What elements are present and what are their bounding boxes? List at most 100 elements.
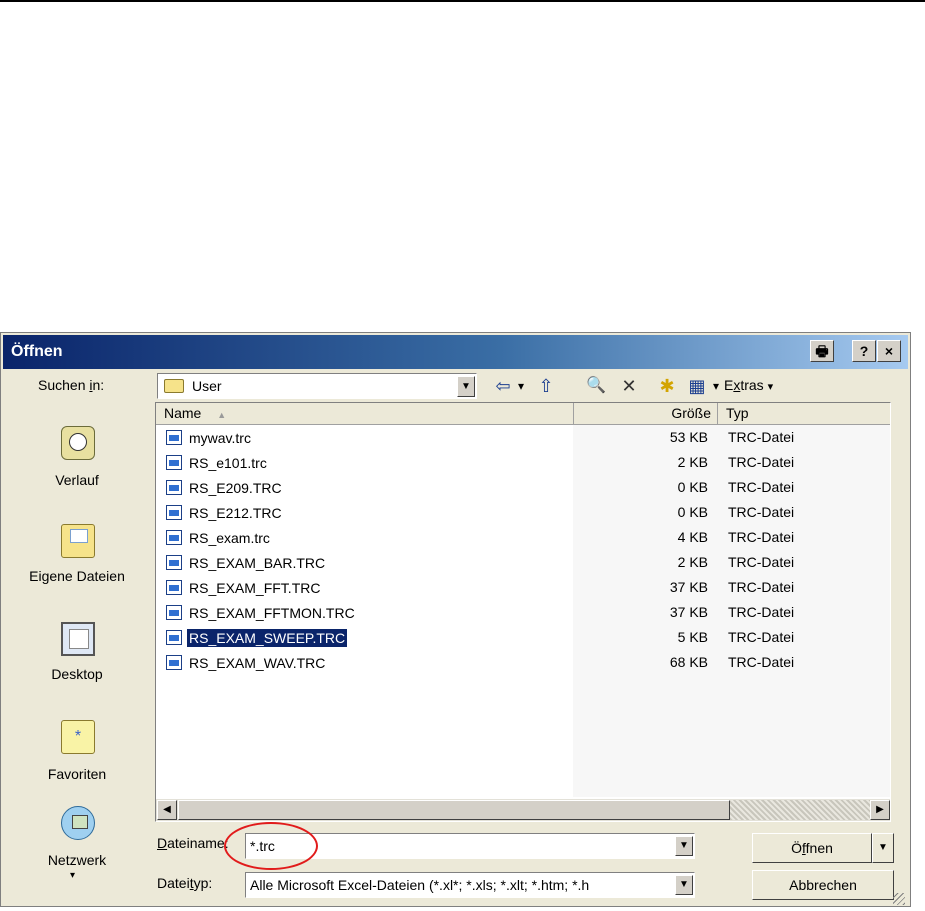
trc-file-icon xyxy=(166,630,182,645)
search-web-icon[interactable]: 🔍 xyxy=(583,374,609,398)
file-name: RS_EXAM_FFT.TRC xyxy=(189,580,321,596)
open-label-pre: Ö xyxy=(791,840,802,856)
filetype-label: Dateityp: xyxy=(157,875,212,891)
filename-label-post: ateiname: xyxy=(167,835,229,851)
favorites-icon: * xyxy=(61,720,95,754)
file-type: TRC-Datei xyxy=(728,429,795,445)
trc-file-icon xyxy=(166,430,182,445)
filetype-label-pre: Datei xyxy=(157,875,190,891)
filetype-select[interactable]: Alle Microsoft Excel-Dateien (*.xl*; *.x… xyxy=(245,872,695,898)
file-size: 2 KB xyxy=(677,454,708,470)
trc-file-icon xyxy=(166,455,182,470)
place-label: Favoriten xyxy=(47,766,107,782)
file-name: RS_E209.TRC xyxy=(189,480,282,496)
column-header-size[interactable]: Größe xyxy=(574,403,718,425)
filename-input[interactable]: *.trc xyxy=(245,833,695,859)
column-name-label: Name xyxy=(164,405,202,421)
title-bar[interactable]: Öffnen 🖶 ? × xyxy=(3,335,908,369)
file-type: TRC-Datei xyxy=(728,604,795,620)
table-row[interactable]: RS_E209.TRC 0 KB TRC-Datei xyxy=(156,475,890,500)
file-type: TRC-Datei xyxy=(728,629,795,645)
place-label: Netzwerk xyxy=(47,852,107,868)
lookin-label: Suchen in: xyxy=(38,377,104,393)
trc-file-icon xyxy=(166,555,182,570)
scrollbar-track[interactable] xyxy=(730,800,870,820)
scroll-right-icon[interactable]: ▶ xyxy=(870,800,890,820)
dialog-title: Öffnen xyxy=(11,343,63,360)
file-size: 0 KB xyxy=(677,479,708,495)
file-size: 0 KB xyxy=(677,504,708,520)
file-size: 2 KB xyxy=(677,554,708,570)
resize-grip-icon[interactable] xyxy=(893,893,905,905)
table-row[interactable]: RS_EXAM_FFT.TRC 37 KB TRC-Datei xyxy=(156,575,890,600)
folder-icon xyxy=(164,379,184,393)
scrollbar-thumb[interactable] xyxy=(178,800,730,820)
file-type: TRC-Datei xyxy=(728,554,795,570)
open-button[interactable]: Öffnen xyxy=(752,833,872,863)
desktop-icon xyxy=(61,622,95,656)
network-icon xyxy=(61,806,95,840)
file-size: 68 KB xyxy=(669,654,708,670)
views-icon[interactable]: ▦ xyxy=(685,374,709,398)
close-button[interactable]: × xyxy=(877,340,901,362)
file-name: RS_E212.TRC xyxy=(189,505,282,521)
file-name: RS_EXAM_WAV.TRC xyxy=(189,655,326,671)
table-row[interactable]: RS_EXAM_BAR.TRC 2 KB TRC-Datei xyxy=(156,550,890,575)
help-button[interactable]: ? xyxy=(852,340,876,362)
table-row[interactable]: RS_exam.trc 4 KB TRC-Datei xyxy=(156,525,890,550)
extras-post: tras xyxy=(740,377,764,393)
file-name-selected: RS_EXAM_SWEEP.TRC xyxy=(185,628,349,648)
back-arrow-icon[interactable]: ⇦ xyxy=(492,374,514,398)
file-type: TRC-Datei xyxy=(728,529,795,545)
trc-file-icon xyxy=(166,580,182,595)
table-row[interactable]: mywav.trc 53 KB TRC-Datei xyxy=(156,425,890,450)
places-scroll-down-icon[interactable]: ▾ xyxy=(70,870,75,881)
table-row[interactable]: RS_EXAM_WAV.TRC 68 KB TRC-Datei xyxy=(156,650,890,675)
lookin-value: User xyxy=(192,378,222,394)
cancel-button[interactable]: Abbrechen xyxy=(752,870,894,900)
filetype-dropdown-button[interactable]: ▼ xyxy=(675,875,693,895)
new-folder-icon[interactable]: ✱ xyxy=(654,374,680,398)
lookin-label-pre: Suchen xyxy=(38,377,90,393)
extras-menu[interactable]: Extras ▾ xyxy=(724,377,773,393)
print-icon[interactable]: 🖶 xyxy=(810,340,834,362)
delete-icon[interactable]: ✕ xyxy=(618,374,640,398)
file-size: 4 KB xyxy=(677,529,708,545)
open-label-post: fnen xyxy=(805,840,833,856)
up-folder-icon[interactable]: ⇧ xyxy=(534,374,558,398)
trc-file-icon xyxy=(166,505,182,520)
my-documents-icon xyxy=(61,524,95,558)
file-list[interactable]: Name ▲ Größe Typ mywav.trc 53 KB TRC-Dat… xyxy=(155,402,891,822)
file-name: RS_EXAM_BAR.TRC xyxy=(189,555,326,571)
lookin-label-post: n: xyxy=(92,377,105,393)
file-type: TRC-Datei xyxy=(728,504,795,520)
horizontal-scrollbar[interactable]: ◀ ▶ xyxy=(156,799,890,821)
place-label: Verlauf xyxy=(55,472,99,488)
file-name: RS_EXAM_FFTMON.TRC xyxy=(189,605,355,621)
table-row[interactable]: RS_E212.TRC 0 KB TRC-Datei xyxy=(156,500,890,525)
table-row[interactable]: RS_EXAM_FFTMON.TRC 37 KB TRC-Datei xyxy=(156,600,890,625)
extras-dropdown-icon: ▾ xyxy=(767,381,774,393)
file-type: TRC-Datei xyxy=(728,479,795,495)
sort-ascending-icon: ▲ xyxy=(217,410,227,420)
place-label: Desktop xyxy=(51,666,103,682)
open-options-dropdown[interactable]: ▼ xyxy=(872,833,894,863)
filetype-label-post: yp: xyxy=(193,875,213,891)
column-header-name[interactable]: Name ▲ xyxy=(156,403,574,425)
extras-pre: E xyxy=(724,377,734,393)
column-header-type[interactable]: Typ xyxy=(718,403,890,425)
trc-file-icon xyxy=(166,480,182,495)
history-icon xyxy=(61,426,95,460)
table-row[interactable]: RS_e101.trc 2 KB TRC-Datei xyxy=(156,450,890,475)
lookin-combobox[interactable]: User xyxy=(157,373,477,399)
file-name: mywav.trc xyxy=(189,430,251,446)
scroll-left-icon[interactable]: ◀ xyxy=(157,800,177,820)
file-type: TRC-Datei xyxy=(728,654,795,670)
lookin-dropdown-button[interactable]: ▼ xyxy=(457,376,475,397)
file-size: 5 KB xyxy=(677,629,708,645)
back-dropdown-icon[interactable]: ▾ xyxy=(514,374,528,398)
table-row-selected[interactable]: RS_EXAM_SWEEP.TRC 5 KB TRC-Datei xyxy=(156,625,890,650)
filename-dropdown-button[interactable]: ▼ xyxy=(675,836,693,856)
places-bar: Verlauf Eigene Dateien Desktop * Favorit… xyxy=(12,402,142,881)
views-dropdown-icon[interactable]: ▾ xyxy=(710,374,722,398)
